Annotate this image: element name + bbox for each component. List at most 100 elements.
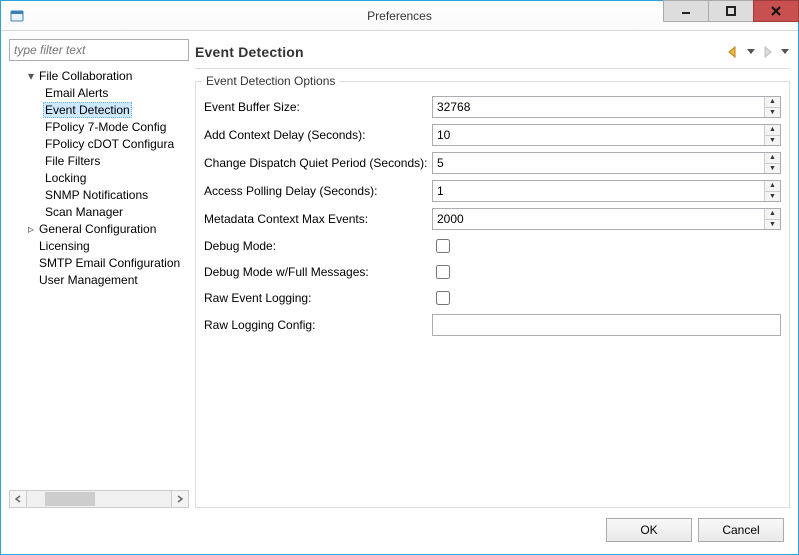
tree-item-label: FPolicy 7-Mode Config: [43, 120, 168, 134]
form-row-raw-logging-config: Raw Logging Config:: [204, 314, 781, 336]
tree-expander-icon[interactable]: ▾: [25, 69, 37, 83]
spin-buttons: ▲▼: [764, 97, 780, 117]
spin-down-button[interactable]: ▼: [765, 135, 780, 146]
preferences-window: Preferences ▾File Collaboration Email Ale…: [0, 0, 799, 555]
nav-forward-button[interactable]: [758, 43, 778, 61]
tree-item[interactable]: Licensing: [9, 237, 189, 254]
form-row-add-context-delay: Add Context Delay (Seconds): ▲▼: [204, 124, 781, 146]
filter-input[interactable]: [9, 39, 189, 61]
scroll-thumb[interactable]: [45, 492, 95, 506]
content: ▾File Collaboration Email Alerts Event Det…: [1, 31, 798, 554]
change-dispatch-input[interactable]: ▲▼: [432, 152, 781, 174]
spin-buttons: ▲▼: [764, 181, 780, 201]
tree-item-label: Locking: [43, 171, 88, 185]
app-icon: [9, 8, 25, 24]
form-label: Change Dispatch Quiet Period (Seconds):: [204, 156, 432, 170]
form-row-raw-event-logging: Raw Event Logging:: [204, 288, 781, 308]
tree-item[interactable]: FPolicy 7-Mode Config: [9, 118, 189, 135]
scroll-left-button[interactable]: [9, 490, 27, 508]
access-polling-input[interactable]: ▲▼: [432, 180, 781, 202]
form-label: Access Polling Delay (Seconds):: [204, 184, 432, 198]
page-header: Event Detection: [195, 39, 790, 69]
tree-item-label: File Filters: [43, 154, 102, 168]
minimize-button[interactable]: [663, 0, 709, 22]
scroll-right-button[interactable]: [171, 490, 189, 508]
spin-buttons: ▲▼: [764, 153, 780, 173]
nav-forward-menu[interactable]: [780, 49, 790, 55]
raw-logging-config-input[interactable]: [432, 314, 781, 336]
right-pane: Event Detection: [195, 39, 790, 508]
tree-item-label: Event Detection: [43, 102, 132, 118]
add-context-delay-input[interactable]: ▲▼: [432, 124, 781, 146]
raw-event-logging-checkbox[interactable]: [436, 291, 450, 305]
maximize-button[interactable]: [708, 0, 754, 22]
form-row-event-buffer-size: Event Buffer Size: ▲▼: [204, 96, 781, 118]
form-row-debug-full: Debug Mode w/Full Messages:: [204, 262, 781, 282]
spin-up-button[interactable]: ▲: [765, 125, 780, 135]
tree-item[interactable]: FPolicy cDOT Configura: [9, 135, 189, 152]
tree-item[interactable]: Scan Manager: [9, 203, 189, 220]
form-label: Debug Mode w/Full Messages:: [204, 265, 432, 279]
debug-mode-checkbox[interactable]: [436, 239, 450, 253]
form-row-access-polling: Access Polling Delay (Seconds): ▲▼: [204, 180, 781, 202]
tree-item[interactable]: User Management: [9, 271, 189, 288]
tree-expander-icon[interactable]: ▹: [25, 222, 37, 236]
spin-value[interactable]: [433, 97, 764, 117]
spin-value[interactable]: [433, 125, 764, 145]
form-row-debug-mode: Debug Mode:: [204, 236, 781, 256]
tree-item-label: Licensing: [37, 239, 92, 253]
tree-item[interactable]: File Filters: [9, 152, 189, 169]
page-title: Event Detection: [195, 44, 304, 60]
tree-item-label: Email Alerts: [43, 86, 110, 100]
titlebar: Preferences: [1, 1, 798, 31]
tree: ▾File Collaboration Email Alerts Event Det…: [9, 65, 189, 490]
main-split: ▾File Collaboration Email Alerts Event Det…: [9, 39, 790, 508]
spin-down-button[interactable]: ▼: [765, 191, 780, 202]
tree-item[interactable]: SMTP Email Configuration: [9, 254, 189, 271]
nav-back-button[interactable]: [724, 43, 744, 61]
tree-item[interactable]: SNMP Notifications: [9, 186, 189, 203]
ok-button[interactable]: OK: [606, 518, 692, 542]
form-label: Debug Mode:: [204, 239, 432, 253]
tree-item[interactable]: ▹General Configuration: [9, 220, 189, 237]
close-button[interactable]: [753, 0, 799, 22]
nav-back-menu[interactable]: [746, 49, 756, 55]
spin-up-button[interactable]: ▲: [765, 97, 780, 107]
spin-value[interactable]: [433, 181, 764, 201]
form-label: Add Context Delay (Seconds):: [204, 128, 432, 142]
dialog-buttons: OK Cancel: [9, 508, 790, 546]
tree-item-label: SMTP Email Configuration: [37, 256, 182, 270]
tree-item[interactable]: Event Detection: [9, 101, 189, 118]
form-label: Event Buffer Size:: [204, 100, 432, 114]
cancel-button[interactable]: Cancel: [698, 518, 784, 542]
spin-down-button[interactable]: ▼: [765, 219, 780, 230]
spin-up-button[interactable]: ▲: [765, 153, 780, 163]
spin-value[interactable]: [433, 153, 764, 173]
tree-item[interactable]: Locking: [9, 169, 189, 186]
spin-buttons: ▲▼: [764, 125, 780, 145]
spin-up-button[interactable]: ▲: [765, 181, 780, 191]
tree-item[interactable]: ▾File Collaboration: [9, 67, 189, 84]
tree-item-label: File Collaboration: [37, 69, 134, 83]
event-buffer-size-input[interactable]: ▲▼: [432, 96, 781, 118]
metadata-max-input[interactable]: ▲▼: [432, 208, 781, 230]
tree-item-label: Scan Manager: [43, 205, 125, 219]
form-label: Raw Event Logging:: [204, 291, 432, 305]
tree-item-label: General Configuration: [37, 222, 158, 236]
spin-value[interactable]: [433, 209, 764, 229]
debug-full-checkbox[interactable]: [436, 265, 450, 279]
form-row-change-dispatch: Change Dispatch Quiet Period (Seconds): ▲…: [204, 152, 781, 174]
tree-hscrollbar[interactable]: [9, 490, 189, 508]
spin-up-button[interactable]: ▲: [765, 209, 780, 219]
tree-item[interactable]: Email Alerts: [9, 84, 189, 101]
scroll-track[interactable]: [27, 490, 171, 508]
spin-down-button[interactable]: ▼: [765, 107, 780, 118]
tree-item-label: FPolicy cDOT Configura: [43, 137, 176, 151]
spin-buttons: ▲▼: [764, 209, 780, 229]
form-label: Raw Logging Config:: [204, 318, 432, 332]
group-title: Event Detection Options: [202, 74, 339, 88]
spin-down-button[interactable]: ▼: [765, 163, 780, 174]
form-row-metadata-max: Metadata Context Max Events:▲▼: [204, 208, 781, 230]
tree-item-label: SNMP Notifications: [43, 188, 150, 202]
left-pane: ▾File Collaboration Email Alerts Event Det…: [9, 39, 189, 508]
